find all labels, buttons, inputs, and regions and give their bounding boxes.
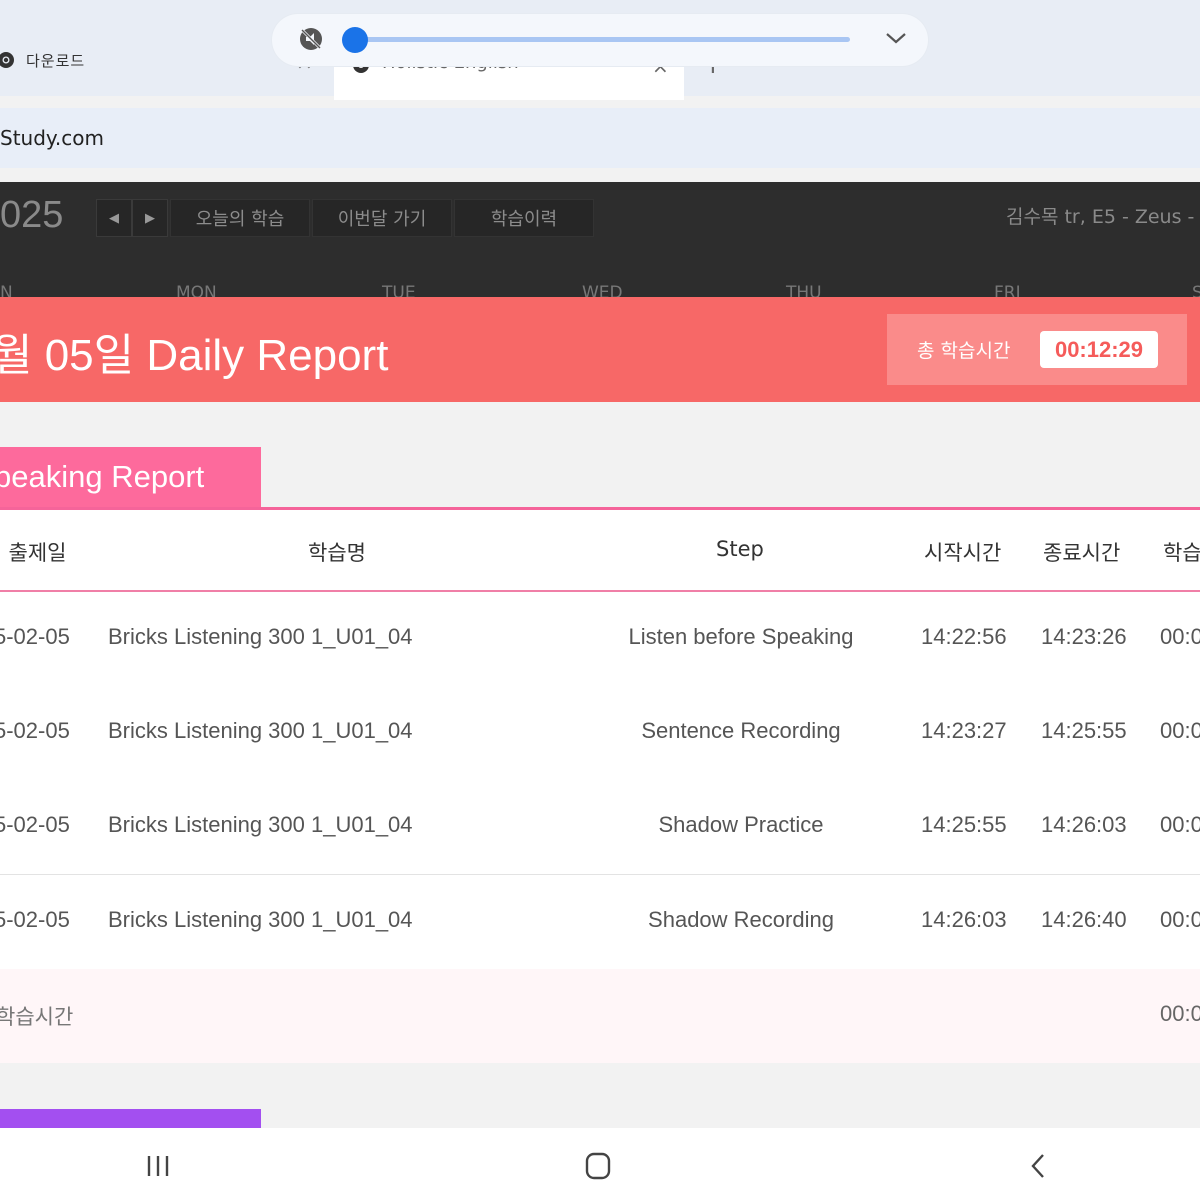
cell-end-time: 14:26:03 (1041, 812, 1127, 837)
progress-slider-track[interactable] (356, 37, 850, 42)
study-history-button[interactable]: 학습이력 (454, 199, 594, 237)
table-row: 5-02-05 Bricks Listening 300 1_U01_04 Li… (0, 592, 1200, 687)
next-section-tab (0, 1109, 261, 1129)
cell-date: 5-02-05 (0, 812, 70, 837)
col-duration: 학습 (1163, 541, 1200, 565)
total-study-time-value: 00:12:29 (1040, 331, 1158, 368)
col-step: Step (716, 537, 764, 561)
home-icon[interactable] (578, 1148, 618, 1184)
table-header: l 출제일 학습명 Step 시작시간 종료시간 학습 (0, 510, 1200, 592)
back-icon[interactable] (1018, 1148, 1058, 1184)
col-end-time: 종료시간 (1043, 541, 1121, 565)
cell-duration: 00:0 (1160, 907, 1200, 932)
cell-date: 5-02-05 (0, 624, 70, 649)
cell-start-time: 14:25:55 (921, 812, 1007, 837)
report-title: 월 05일 Daily Report (0, 331, 389, 380)
today-study-button[interactable]: 오늘의 학습 (170, 199, 310, 237)
cell-end-time: 14:25:55 (1041, 718, 1127, 743)
system-nav-bar (0, 1128, 1200, 1200)
cell-start-time: 14:23:27 (921, 718, 1007, 743)
tab-label: 다운로드 (26, 52, 86, 70)
cell-step: Shadow Practice (658, 812, 824, 837)
caret-right-icon: ▶ (145, 210, 155, 226)
cell-step: Listen before Speaking (628, 624, 854, 649)
year-label: 025 (0, 194, 64, 236)
total-row-value: 00:0 (1160, 1001, 1200, 1026)
table-row: 5-02-05 Bricks Listening 300 1_U01_04 Sh… (0, 875, 1200, 970)
url-text[interactable]: Study.com (0, 126, 104, 150)
next-month-button[interactable]: ▶ (132, 199, 168, 237)
col-study-name: 학습명 (308, 541, 366, 565)
cell-duration: 00:0 (1160, 718, 1200, 743)
cell-study-name: Bricks Listening 300 1_U01_04 (108, 624, 413, 649)
recent-apps-icon[interactable] (138, 1148, 178, 1184)
cell-step: Sentence Recording (641, 718, 841, 743)
calendar-header: 025 ◀ ▶ 오늘의 학습 이번달 가기 학습이력 김수목 tr, E5 - … (0, 182, 1200, 303)
table-row: 5-02-05 Bricks Listening 300 1_U01_04 Se… (0, 686, 1200, 781)
speaking-report-tab: peaking Report (0, 447, 261, 508)
cell-end-time: 14:26:40 (1041, 907, 1127, 932)
this-month-button[interactable]: 이번달 가기 (312, 199, 452, 237)
cell-study-name: Bricks Listening 300 1_U01_04 (108, 907, 413, 932)
user-info: 김수목 tr, E5 - Zeus - (1006, 206, 1195, 228)
cell-end-time: 14:23:26 (1041, 624, 1127, 649)
media-control-bar (272, 14, 928, 66)
total-row-label: 학습시간 (0, 1005, 74, 1029)
total-study-time-label: 총 학습시간 (917, 340, 1011, 362)
col-start-time: 시작시간 (924, 541, 1002, 565)
prev-month-button[interactable]: ◀ (96, 199, 132, 237)
caret-left-icon: ◀ (109, 210, 119, 226)
table-row: 5-02-05 Bricks Listening 300 1_U01_04 Sh… (0, 780, 1200, 875)
cell-study-name: Bricks Listening 300 1_U01_04 (108, 718, 413, 743)
cell-start-time: 14:22:56 (921, 624, 1007, 649)
cell-step: Shadow Recording (648, 907, 834, 932)
col-date: l 출제일 (0, 541, 67, 565)
cell-duration: 00:0 (1160, 624, 1200, 649)
cell-study-name: Bricks Listening 300 1_U01_04 (108, 812, 413, 837)
cell-start-time: 14:26:03 (921, 907, 1007, 932)
speaking-report-title: peaking Report (0, 459, 205, 494)
cell-duration: 00:0 (1160, 812, 1200, 837)
chevron-down-icon[interactable] (884, 28, 908, 48)
table-total-row: 학습시간 00:0 (0, 969, 1200, 1063)
chrome-icon (0, 52, 14, 68)
progress-slider-knob[interactable] (342, 27, 368, 53)
total-study-time-box: 총 학습시간 00:12:29 (887, 314, 1187, 385)
cell-date: 5-02-05 (0, 718, 70, 743)
daily-report-banner: 월 05일 Daily Report 총 학습시간 00:12:29 (0, 297, 1200, 402)
mute-icon[interactable] (298, 26, 324, 52)
cell-date: 5-02-05 (0, 907, 70, 932)
address-bar[interactable]: Study.com (0, 108, 1200, 168)
